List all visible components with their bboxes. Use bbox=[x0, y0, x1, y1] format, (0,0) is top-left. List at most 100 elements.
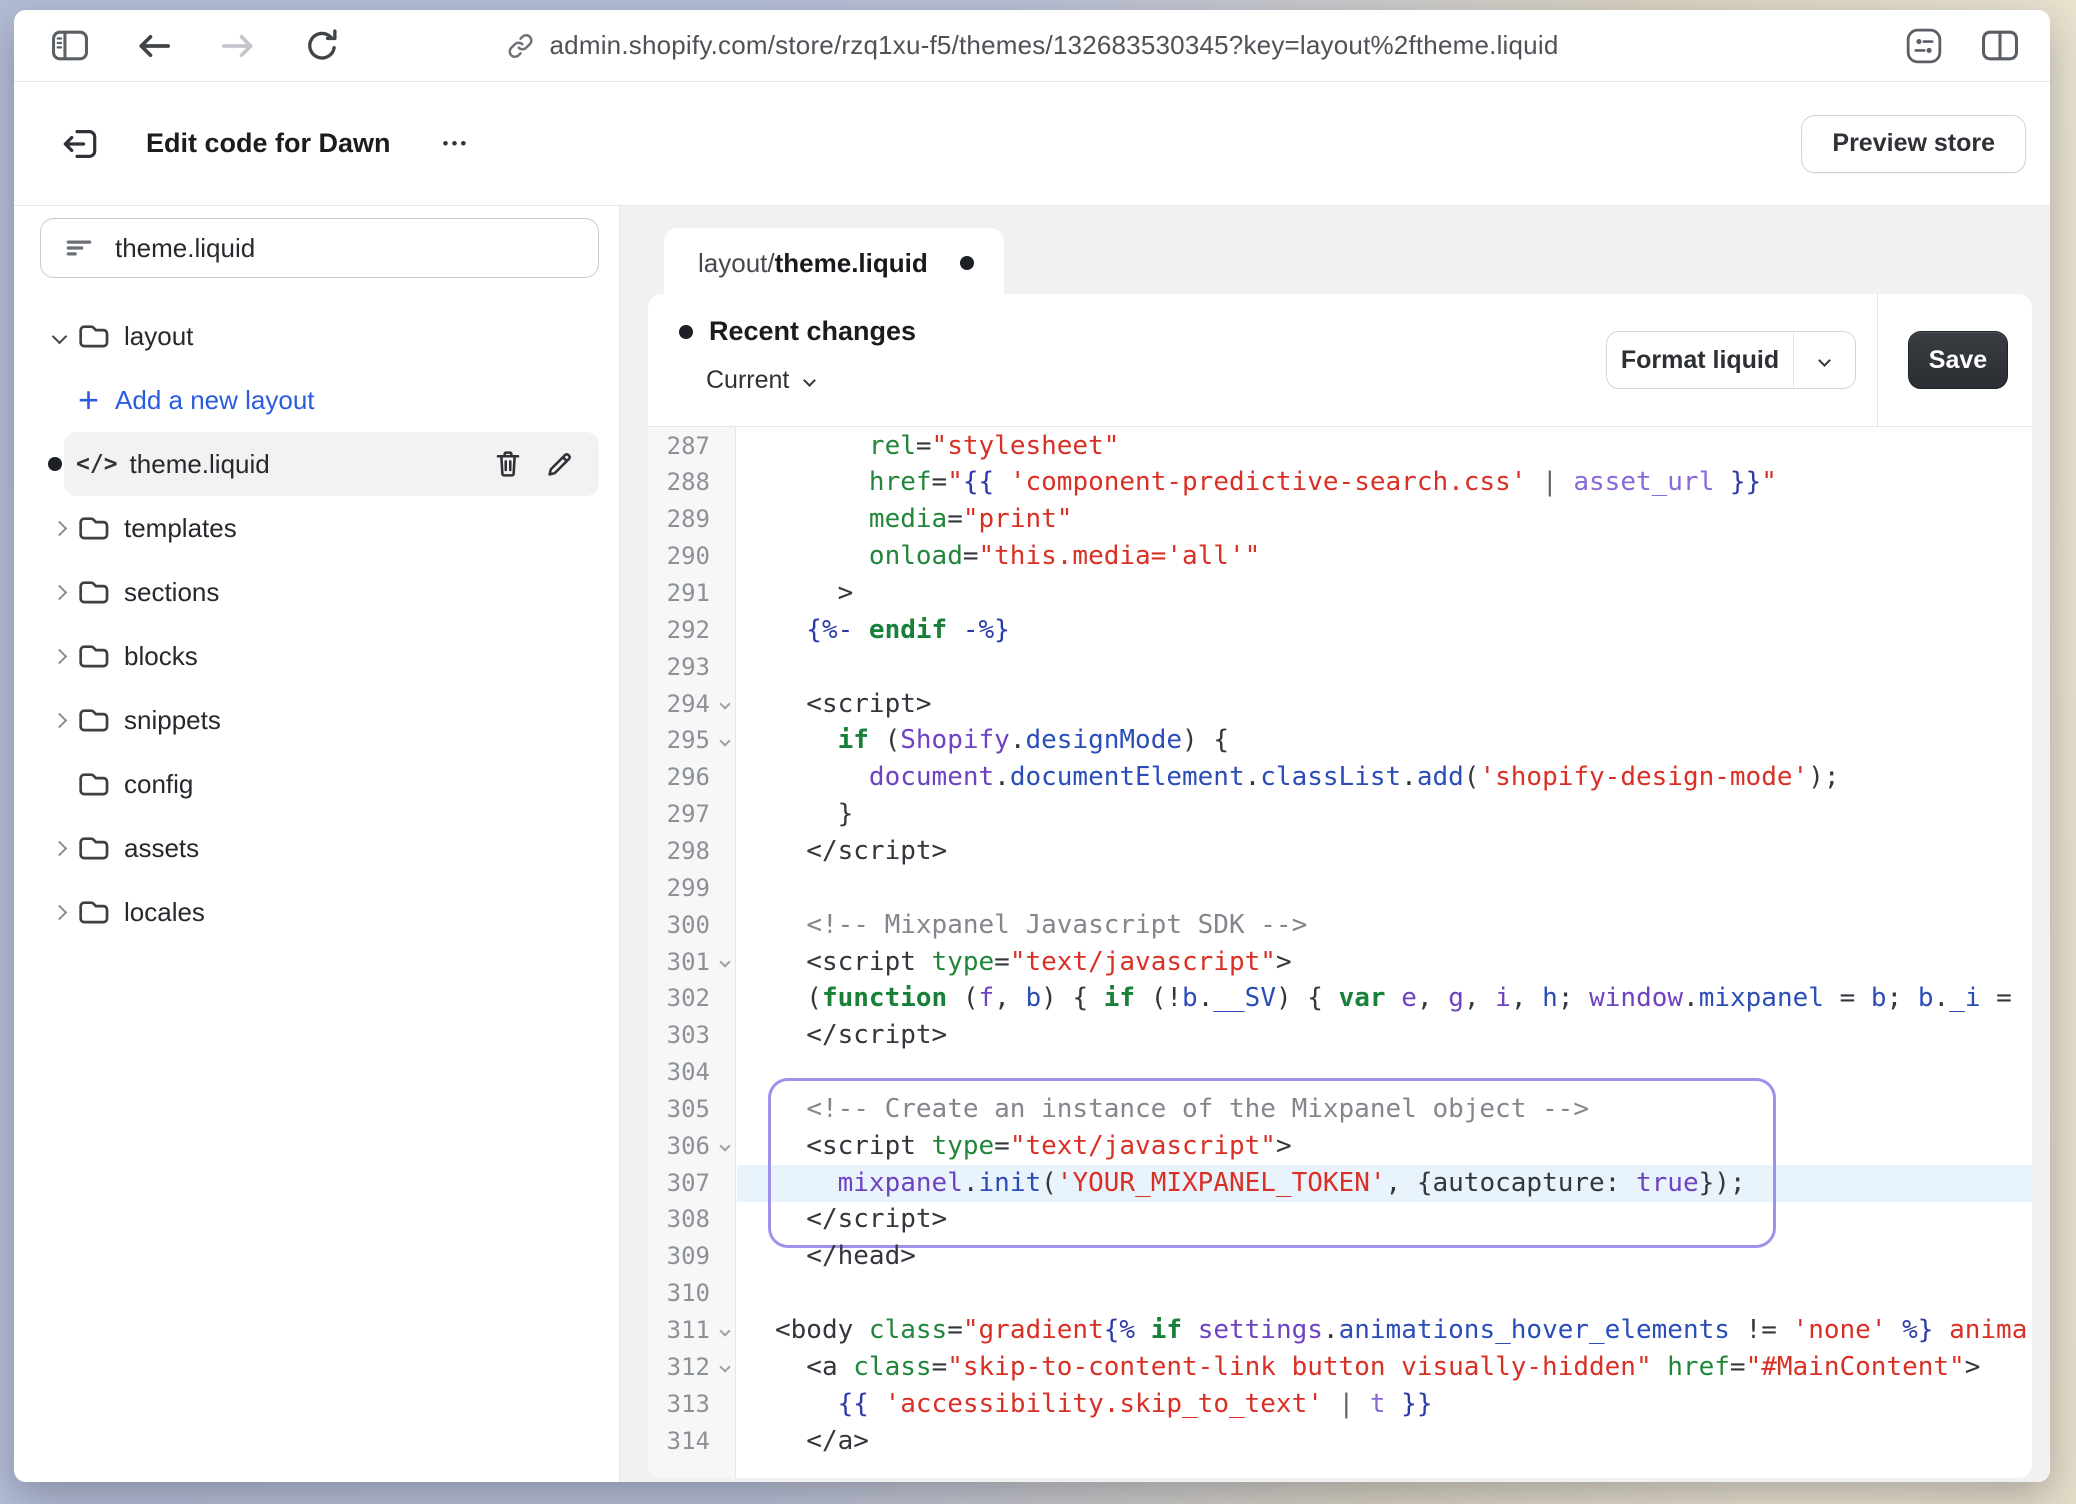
exit-icon[interactable] bbox=[60, 124, 100, 164]
chevron-down-icon[interactable] bbox=[51, 328, 67, 344]
line-number: 296 bbox=[648, 759, 710, 796]
format-liquid-caret[interactable] bbox=[1793, 332, 1855, 388]
sidebar-item-sections[interactable]: sections bbox=[14, 560, 619, 624]
code-line-311[interactable]: 311<body class="gradient{% if settings.a… bbox=[648, 1312, 2032, 1349]
line-number: 309 bbox=[648, 1238, 710, 1275]
fold-chevron-icon[interactable] bbox=[714, 1349, 736, 1386]
code-line-309[interactable]: 309 </head> bbox=[648, 1238, 2032, 1275]
code-line-304[interactable]: 304 bbox=[648, 1054, 2032, 1091]
tab-theme-liquid[interactable]: layout/theme.liquid bbox=[664, 228, 1004, 298]
code-line-314[interactable]: 314 </a> bbox=[648, 1423, 2032, 1460]
code-line-297[interactable]: 297 } bbox=[648, 796, 2032, 833]
fold-chevron-icon[interactable] bbox=[714, 686, 736, 723]
code-line-300[interactable]: 300 <!-- Mixpanel Javascript SDK --> bbox=[648, 907, 2032, 944]
overflow-menu-icon[interactable]: ••• bbox=[437, 128, 476, 160]
fold-chevron-icon[interactable] bbox=[714, 1128, 736, 1165]
app-header: Edit code for Dawn ••• Preview store bbox=[14, 82, 2050, 206]
line-number: 298 bbox=[648, 833, 710, 870]
rename-file-icon[interactable] bbox=[541, 445, 579, 483]
code-editor[interactable]: 286 <link287 rel="stylesheet"288 href="{… bbox=[648, 427, 2032, 1478]
code-line-295[interactable]: 295 if (Shopify.designMode) { bbox=[648, 722, 2032, 759]
code-line-298[interactable]: 298 </script> bbox=[648, 833, 2032, 870]
line-number: 302 bbox=[648, 980, 710, 1017]
code-line-293[interactable]: 293 bbox=[648, 649, 2032, 686]
folder-icon bbox=[78, 578, 110, 606]
line-number: 292 bbox=[648, 612, 710, 649]
code-line-305[interactable]: 305 <!-- Create an instance of the Mixpa… bbox=[648, 1091, 2032, 1128]
code-line-294[interactable]: 294 <script> bbox=[648, 686, 2032, 723]
unsaved-indicator-dot bbox=[960, 256, 974, 270]
save-button[interactable]: Save bbox=[1908, 331, 2008, 389]
recent-changes-dot bbox=[679, 325, 693, 339]
filter-icon bbox=[63, 234, 95, 262]
code-line-301[interactable]: 301 <script type="text/javascript"> bbox=[648, 944, 2032, 981]
code-text: <script> bbox=[737, 686, 2032, 723]
chevron-right-icon[interactable] bbox=[51, 840, 67, 856]
sidebar-item-locales[interactable]: locales bbox=[14, 880, 619, 944]
sidebar-item-theme-liquid[interactable]: </>theme.liquid bbox=[14, 432, 619, 496]
code-line-291[interactable]: 291 > bbox=[648, 575, 2032, 612]
code-line-310[interactable]: 310 bbox=[648, 1275, 2032, 1312]
delete-file-icon[interactable] bbox=[489, 445, 527, 483]
code-line-288[interactable]: 288 href="{{ 'component-predictive-searc… bbox=[648, 464, 2032, 501]
line-number: 308 bbox=[648, 1201, 710, 1238]
code-text: onload="this.media='all'" bbox=[737, 538, 2032, 575]
content-area: theme.liquid layout+Add a new layout</>t… bbox=[14, 206, 2050, 1482]
split-view-icon[interactable] bbox=[1980, 26, 2020, 66]
sidebar-item-blocks[interactable]: blocks bbox=[14, 624, 619, 688]
folder-icon bbox=[78, 642, 110, 670]
line-number: 305 bbox=[648, 1091, 710, 1128]
sidebar-toggle-icon[interactable] bbox=[50, 26, 90, 66]
code-file-icon: </> bbox=[76, 451, 118, 477]
code-line-290[interactable]: 290 onload="this.media='all'" bbox=[648, 538, 2032, 575]
code-line-303[interactable]: 303 </script> bbox=[648, 1017, 2032, 1054]
code-text: </script> bbox=[737, 1017, 2032, 1054]
fold-chevron-icon[interactable] bbox=[714, 722, 736, 759]
address-bar[interactable]: admin.shopify.com/store/rzq1xu-f5/themes… bbox=[506, 10, 1559, 81]
folder-icon bbox=[78, 770, 110, 798]
chevron-right-icon[interactable] bbox=[51, 584, 67, 600]
code-line-289[interactable]: 289 media="print" bbox=[648, 501, 2032, 538]
chevron-right-icon[interactable] bbox=[51, 712, 67, 728]
back-icon[interactable] bbox=[134, 26, 174, 66]
file-filter-input[interactable]: theme.liquid bbox=[40, 218, 599, 278]
url-text: admin.shopify.com/store/rzq1xu-f5/themes… bbox=[550, 30, 1559, 61]
sidebar-item-layout[interactable]: layout bbox=[14, 304, 619, 368]
code-line-312[interactable]: 312 <a class="skip-to-content-link butto… bbox=[648, 1349, 2032, 1386]
code-line-306[interactable]: 306 <script type="text/javascript"> bbox=[648, 1128, 2032, 1165]
code-line-292[interactable]: 292 {%- endif -%} bbox=[648, 612, 2032, 649]
code-text: </script> bbox=[737, 1201, 2032, 1238]
file-sidebar: theme.liquid layout+Add a new layout</>t… bbox=[14, 206, 620, 1482]
preview-store-button[interactable]: Preview store bbox=[1801, 115, 2026, 173]
code-text: <script type="text/javascript"> bbox=[737, 1128, 2032, 1165]
code-line-287[interactable]: 287 rel="stylesheet" bbox=[648, 428, 2032, 465]
sidebar-item-templates[interactable]: templates bbox=[14, 496, 619, 560]
page-settings-icon[interactable] bbox=[1904, 26, 1944, 66]
reload-icon[interactable] bbox=[302, 26, 342, 66]
format-liquid-button[interactable]: Format liquid bbox=[1606, 331, 1856, 389]
code-line-302[interactable]: 302 (function (f, b) { if (!b.__SV) { va… bbox=[648, 980, 2032, 1017]
code-line-313[interactable]: 313 {{ 'accessibility.skip_to_text' | t … bbox=[648, 1386, 2032, 1423]
chevron-right-icon[interactable] bbox=[51, 520, 67, 536]
selected-file-row[interactable]: </>theme.liquid bbox=[64, 432, 599, 496]
chevron-right-icon[interactable] bbox=[51, 904, 67, 920]
code-text: mixpanel.init('YOUR_MIXPANEL_TOKEN', {au… bbox=[737, 1165, 2032, 1202]
code-line-308[interactable]: 308 </script> bbox=[648, 1201, 2032, 1238]
fold-chevron-icon[interactable] bbox=[714, 1312, 736, 1349]
sidebar-item-snippets[interactable]: snippets bbox=[14, 688, 619, 752]
line-number: 311 bbox=[648, 1312, 710, 1349]
sidebar-item-assets[interactable]: assets bbox=[14, 816, 619, 880]
browser-toolbar: admin.shopify.com/store/rzq1xu-f5/themes… bbox=[14, 10, 2050, 82]
sidebar-item-add-new-layout[interactable]: +Add a new layout bbox=[14, 368, 619, 432]
editor-card: Recent changes Current Format liquid Sav… bbox=[648, 294, 2032, 1478]
forward-icon[interactable] bbox=[218, 26, 258, 66]
folder-icon bbox=[78, 322, 110, 350]
fold-chevron-icon[interactable] bbox=[714, 944, 736, 981]
code-line-299[interactable]: 299 bbox=[648, 870, 2032, 907]
code-line-307[interactable]: 307 mixpanel.init('YOUR_MIXPANEL_TOKEN',… bbox=[648, 1165, 2032, 1202]
line-number: 312 bbox=[648, 1349, 710, 1386]
version-selector[interactable]: Current bbox=[706, 366, 814, 395]
code-line-296[interactable]: 296 document.documentElement.classList.a… bbox=[648, 759, 2032, 796]
sidebar-item-config[interactable]: config bbox=[14, 752, 619, 816]
chevron-right-icon[interactable] bbox=[51, 648, 67, 664]
